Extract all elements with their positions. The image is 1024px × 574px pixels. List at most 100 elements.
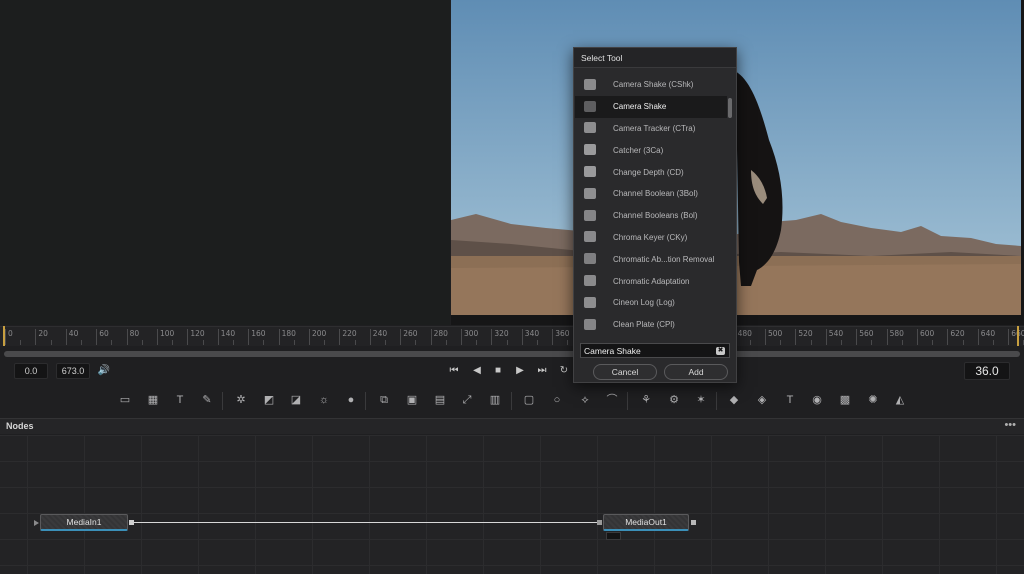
tool-list-item[interactable]: Channel Boolean (3Bol) bbox=[575, 183, 727, 205]
tool-glyph: ▩ bbox=[839, 394, 851, 406]
play-button[interactable]: ▶ bbox=[512, 364, 528, 378]
hue-icon[interactable]: ● bbox=[342, 392, 360, 408]
tool-glyph: ▦ bbox=[147, 394, 159, 406]
audio-icon[interactable]: 🔊 bbox=[96, 364, 112, 378]
rectangle-mask-icon[interactable]: ▢ bbox=[520, 392, 538, 408]
loader-icon[interactable]: ▤ bbox=[431, 392, 449, 408]
shape3d-icon[interactable]: ◆ bbox=[725, 392, 743, 408]
tool-list-item[interactable]: Channel Booleans (Bol) bbox=[575, 205, 727, 227]
tool-list-item[interactable]: Chromatic Ab...tion Removal bbox=[575, 248, 727, 270]
cancel-button[interactable]: Cancel bbox=[593, 364, 657, 380]
particle-emitter-icon[interactable]: ⚘ bbox=[637, 392, 655, 408]
global-start-time[interactable]: 0.0 bbox=[14, 363, 48, 379]
render-end-marker[interactable] bbox=[1017, 326, 1019, 346]
camera-tracker-icon bbox=[582, 121, 599, 135]
input-port[interactable] bbox=[597, 520, 602, 525]
text-icon[interactable]: T bbox=[171, 392, 189, 408]
paint-icon[interactable]: ▦ bbox=[144, 392, 162, 408]
ruler-minor-tick bbox=[20, 340, 22, 345]
left-viewer[interactable] bbox=[0, 0, 450, 325]
tool-list-item[interactable]: Chromatic Adaptation bbox=[575, 270, 727, 292]
imageplane3d-icon[interactable]: ▩ bbox=[836, 392, 854, 408]
tool-list-item[interactable]: Cineon Log (Log) bbox=[575, 292, 727, 314]
ruler-tick: 0 bbox=[5, 329, 13, 345]
global-end-time[interactable]: 673.0 bbox=[56, 363, 90, 379]
renderer3d-icon[interactable]: ◭ bbox=[891, 392, 909, 408]
render-start-marker[interactable] bbox=[3, 326, 5, 346]
time-ruler[interactable]: 0 20 40 60 80 100 120 140 160 180 200 220 240 260 280 3… bbox=[0, 326, 1024, 346]
go-to-end-button[interactable]: ⏭ bbox=[534, 364, 550, 378]
tool-glyph: ▢ bbox=[523, 394, 535, 406]
tool-list-item[interactable]: Chroma Keyer (CKy) bbox=[575, 227, 727, 249]
text3d-icon[interactable]: T bbox=[781, 392, 799, 408]
viewer-indicator[interactable] bbox=[606, 532, 621, 540]
tool-glyph: ◉ bbox=[812, 394, 822, 406]
particle-style-icon[interactable]: ✶ bbox=[692, 392, 710, 408]
color-curves-icon[interactable]: ◪ bbox=[287, 392, 305, 408]
saver-icon[interactable]: ⤢ bbox=[458, 392, 476, 408]
brightness-contrast-icon[interactable]: ◩ bbox=[260, 392, 278, 408]
transform-icon[interactable]: ▥ bbox=[486, 392, 504, 408]
node-mediain[interactable]: MediaIn1 bbox=[40, 514, 128, 531]
ruler-minor-tick bbox=[324, 340, 326, 345]
clean-plate-icon bbox=[582, 318, 599, 332]
ruler-minor-tick bbox=[537, 340, 538, 345]
time-scrubber[interactable] bbox=[4, 351, 1020, 357]
particle-render-icon[interactable]: ⚙ bbox=[665, 392, 683, 408]
tool-list-item-label: Channel Booleans (Bol) bbox=[613, 211, 698, 221]
output-port[interactable] bbox=[691, 520, 696, 525]
ellipse-mask-icon[interactable]: ○ bbox=[548, 392, 566, 408]
ruler-minor-tick bbox=[871, 340, 873, 345]
camera-shake-icon bbox=[582, 78, 599, 92]
ruler-tick: 20 bbox=[35, 329, 48, 345]
tool-toolbar: ▭ ▦ T ✎ ✲ ◩ ◪ ☼ ● ⧉ ▣ ▤ ⤢ ▥ ▢ ○ ⟡ ⌒ ⚘ ⚙ ✶ ◆ ◈ T ◉ ▩ ✺ ◭ bbox=[0, 386, 1024, 416]
node-editor[interactable] bbox=[0, 435, 1024, 574]
light3d-icon[interactable]: ✺ bbox=[864, 392, 882, 408]
merge-icon[interactable]: ⧉ bbox=[375, 392, 393, 408]
loop-button[interactable]: ↻ bbox=[556, 364, 572, 378]
tool-glyph: ⌒ bbox=[606, 394, 618, 406]
tool-list-item-label: Camera Tracker (CTra) bbox=[613, 123, 696, 133]
tool-glyph: ◆ bbox=[729, 394, 739, 406]
tool-glyph: ✲ bbox=[236, 394, 246, 406]
stop-button[interactable]: ■ bbox=[490, 364, 506, 378]
nodes-options-menu-icon[interactable]: ••• bbox=[1004, 419, 1016, 431]
tool-glyph: ▭ bbox=[119, 394, 131, 406]
go-to-start-button[interactable]: ⏮ bbox=[446, 364, 462, 378]
right-viewer[interactable] bbox=[451, 0, 1024, 325]
tool-list-item[interactable]: Camera Tracker (CTra) bbox=[575, 118, 727, 140]
camera3d-icon[interactable]: ◉ bbox=[808, 392, 826, 408]
node-mediaout[interactable]: MediaOut1 bbox=[603, 514, 689, 531]
channel-booleans-icon[interactable]: ▣ bbox=[403, 392, 421, 408]
tool-list-scrollbar[interactable] bbox=[728, 98, 732, 118]
particles-icon[interactable]: ✲ bbox=[232, 392, 250, 408]
tool-list-item[interactable]: Change Depth (CD) bbox=[575, 161, 727, 183]
output-port[interactable] bbox=[129, 520, 134, 525]
clear-search-icon[interactable]: ✖ bbox=[716, 347, 725, 355]
background-icon[interactable]: ▭ bbox=[116, 392, 134, 408]
change-depth-icon bbox=[582, 165, 599, 179]
camera-shake-icon bbox=[582, 100, 599, 114]
toolbar-separator bbox=[627, 392, 628, 410]
bspline-mask-icon[interactable]: ⌒ bbox=[603, 392, 621, 408]
polygon-mask-icon[interactable]: ⟡ bbox=[576, 392, 594, 408]
tool-list-item[interactable]: Catcher (3Ca) bbox=[575, 139, 727, 161]
ruler-minor-tick bbox=[385, 340, 386, 345]
tool-list-item[interactable]: Camera Shake bbox=[575, 95, 727, 118]
current-frame[interactable]: 36.0 bbox=[964, 362, 1010, 380]
tool-list-item-label: Change Depth (CD) bbox=[613, 167, 684, 177]
toolbar-separator bbox=[716, 392, 717, 410]
merge3d-icon[interactable]: ◈ bbox=[753, 392, 771, 408]
add-button[interactable]: Add bbox=[664, 364, 728, 380]
tool-list[interactable]: Camera Shake (CShk) Camera Shake Camera Tr… bbox=[575, 74, 727, 340]
tool-list-item[interactable]: Camera Shake (CShk) bbox=[575, 74, 727, 96]
brush-icon[interactable]: ✎ bbox=[198, 392, 216, 408]
ruler-tick: 40 bbox=[65, 329, 78, 345]
node-connection[interactable] bbox=[132, 522, 602, 523]
tool-search-input[interactable] bbox=[580, 343, 730, 358]
step-back-button[interactable]: ◀ bbox=[469, 364, 485, 378]
ruler-minor-tick bbox=[415, 340, 417, 345]
tool-list-item[interactable]: Clean Plate (CPl) bbox=[575, 314, 727, 336]
ruler-minor-tick bbox=[810, 340, 812, 345]
color-corrector-icon[interactable]: ☼ bbox=[315, 392, 333, 408]
